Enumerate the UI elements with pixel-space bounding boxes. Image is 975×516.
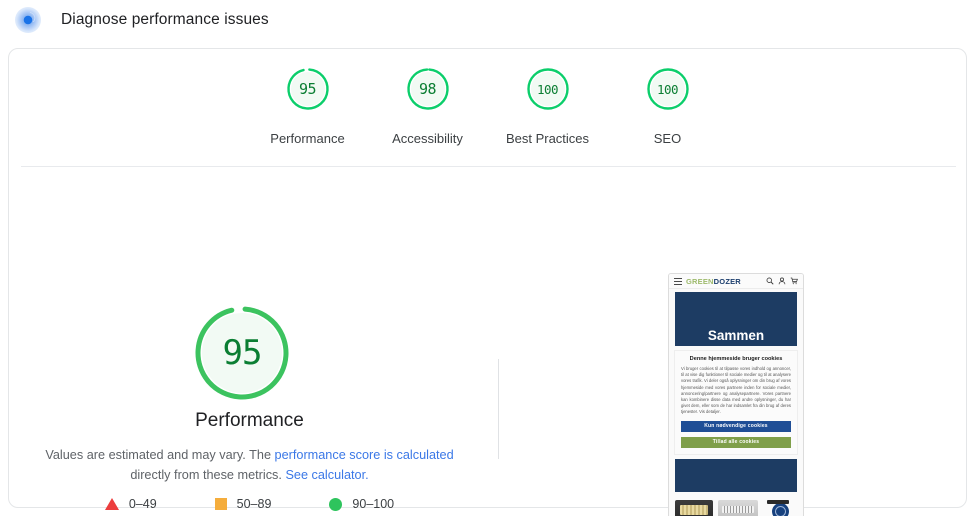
lighthouse-gauge-icon — [15, 7, 41, 33]
report-body: 95 Performance Values are estimated and … — [9, 167, 966, 516]
score-value: 100 — [656, 81, 679, 97]
site-logo: GREENDOZER — [686, 277, 741, 286]
report-card: 95 Performance 98 Accessibility 100 Best… — [8, 48, 967, 516]
performance-detail-pane: 95 Performance Values are estimated and … — [9, 167, 490, 511]
square-icon — [214, 498, 227, 510]
site-logo-part2: DOZER — [713, 276, 741, 286]
product-thumbnail-1[interactable] — [675, 499, 713, 516]
site-topbar-icons — [766, 277, 798, 285]
account-icon[interactable] — [778, 277, 786, 285]
estimate-note-middle: directly from these metrics. — [130, 468, 286, 482]
score-item-seo[interactable]: 100 SEO — [608, 65, 728, 146]
score-item-best-practices[interactable]: 100 Best Practices — [488, 65, 608, 146]
cookie-banner-body: Vi bruger cookies til at tilpasse vores … — [681, 366, 791, 415]
legend-range: 0–49 — [128, 497, 157, 511]
lighthouse-report-page: Diagnose performance issues 95 Performan… — [0, 0, 975, 516]
site-hero-heading: Sammen — [707, 328, 765, 343]
performance-heading: Performance — [195, 410, 304, 431]
triangle-icon — [104, 498, 119, 510]
site-hero-banner: Sammen — [675, 292, 797, 346]
legend-range: 90–100 — [352, 497, 395, 511]
score-value: 95 — [298, 80, 317, 98]
vertical-divider — [498, 359, 499, 459]
legend-item-fail: 0–49 — [104, 497, 157, 511]
cookie-necessary-button[interactable]: Kun nødvendige cookies — [681, 420, 791, 432]
gauge-accessibility-small: 98 — [404, 65, 452, 113]
score-value: 100 — [536, 81, 559, 97]
score-label: Best Practices — [505, 131, 590, 146]
score-label: SEO — [653, 131, 682, 146]
circle-icon — [329, 497, 343, 511]
cart-icon[interactable] — [790, 277, 798, 285]
cookie-consent-banner: Denne hjemmeside bruger cookies Vi bruge… — [674, 350, 798, 455]
site-logo-part1: GREEN — [686, 276, 714, 286]
gauge-performance-large: 95 — [192, 303, 292, 403]
see-calculator-link[interactable]: See calculator. — [285, 468, 368, 482]
search-icon[interactable] — [766, 277, 774, 285]
score-summary-row: 95 Performance 98 Accessibility 100 Best… — [9, 49, 966, 165]
score-label: Performance — [270, 131, 345, 146]
legend-range: 50–89 — [236, 497, 272, 511]
site-product-row — [675, 497, 797, 516]
page-title: Diagnose performance issues — [61, 11, 269, 28]
gauge-best-practices-small: 100 — [524, 65, 572, 113]
estimate-note-prefix: Values are estimated and may vary. The — [45, 448, 275, 462]
product-thumbnail-3[interactable] — [763, 499, 797, 516]
product-bar-shape — [767, 499, 789, 504]
score-legend: 0–49 50–89 90–100 — [9, 497, 490, 511]
page-header: Diagnose performance issues — [0, 0, 975, 40]
site-topbar: GREENDOZER — [669, 274, 803, 289]
page-screenshot-preview[interactable]: GREENDOZER Sammen Denne hjemmeside bruge… — [668, 273, 804, 516]
gauge-seo-small: 100 — [644, 65, 692, 113]
product-badge-icon — [771, 502, 789, 516]
gauge-performance-large-wrap: 95 — [192, 303, 292, 403]
score-item-accessibility[interactable]: 98 Accessibility — [368, 65, 488, 146]
score-label: Accessibility — [392, 131, 463, 146]
score-item-performance[interactable]: 95 Performance — [248, 65, 368, 146]
score-value: 95 — [222, 333, 263, 373]
product-thumbnail-2[interactable] — [718, 499, 758, 516]
estimate-note: Values are estimated and may vary. The p… — [29, 445, 470, 485]
site-content-band — [675, 458, 797, 492]
legend-item-pass: 90–100 — [329, 497, 394, 511]
gauge-performance-small: 95 — [284, 65, 332, 113]
cookie-accept-all-button[interactable]: Tillad alle cookies — [681, 436, 791, 448]
score-value: 98 — [418, 80, 437, 98]
cookie-banner-title: Denne hjemmeside bruger cookies — [689, 356, 783, 362]
legend-item-average: 50–89 — [214, 497, 272, 511]
performance-score-calculated-link[interactable]: performance score is calculated — [275, 448, 454, 462]
hamburger-menu-icon[interactable] — [674, 277, 682, 285]
